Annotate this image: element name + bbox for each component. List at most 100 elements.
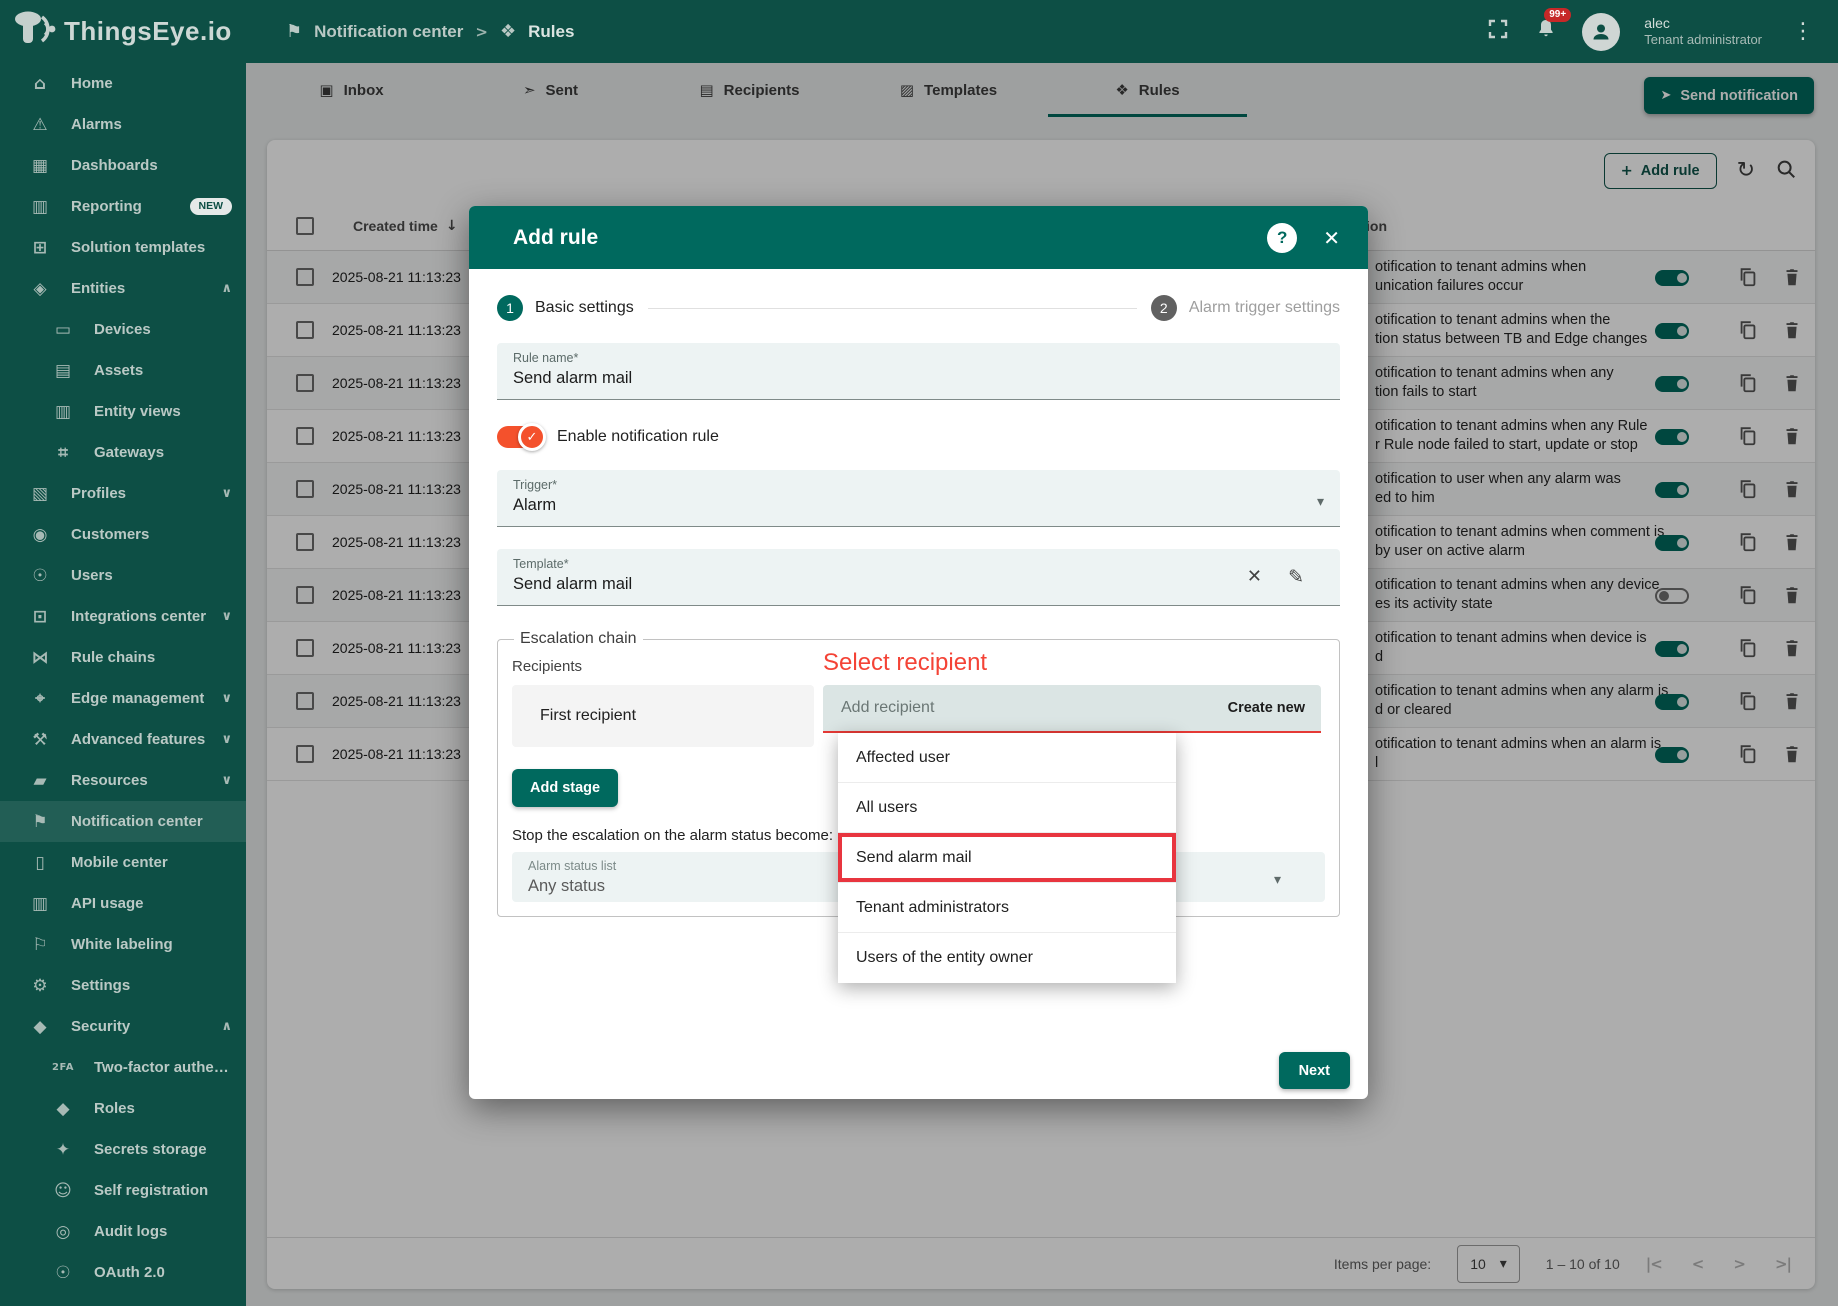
sidebar-item-label: Resources	[71, 772, 148, 789]
sidebar-item[interactable]: ⚠ Alarms	[0, 104, 246, 145]
add-rule-dialog: Add rule ? ✕ 1 Basic settings 2 Alarm tr…	[469, 206, 1368, 1099]
sidebar-item[interactable]: ◆ Roles	[0, 1088, 246, 1129]
sidebar-item-icon: ⌖	[27, 689, 53, 709]
sidebar-item-icon: ◆	[50, 1099, 76, 1119]
sidebar-item[interactable]: ⚒ Advanced features ∨	[0, 719, 246, 760]
sidebar-item-icon: ⚠	[27, 115, 53, 135]
user-role: Tenant administrator	[1644, 32, 1762, 48]
escalation-chain-group: Escalation chain Recipients First recipi…	[497, 630, 1340, 917]
user-info[interactable]: alec Tenant administrator	[1644, 15, 1762, 49]
rule-name-label: Rule name*	[513, 351, 1324, 365]
sidebar-item-icon: ⚐	[27, 935, 53, 955]
logo[interactable]: ThingsEye.io	[0, 9, 246, 54]
sidebar-item[interactable]: ⚐ White labeling	[0, 924, 246, 965]
trigger-select[interactable]: Trigger* Alarm ▾	[497, 470, 1340, 527]
top-header: ThingsEye.io ⚑ Notification center > ❖ R…	[0, 0, 1838, 63]
add-stage-button[interactable]: Add stage	[512, 769, 618, 807]
sidebar-item[interactable]: ◆ Security ∧	[0, 1006, 246, 1047]
user-name: alec	[1644, 15, 1762, 33]
sidebar-item[interactable]: ⊡ Integrations center ∨	[0, 596, 246, 637]
sidebar-item[interactable]: ▦ Dashboards	[0, 145, 246, 186]
sidebar-item[interactable]: ⌖ Edge management ∨	[0, 678, 246, 719]
sidebar-item[interactable]: ◈ Entities ∧	[0, 268, 246, 309]
clear-icon[interactable]: ✕	[1247, 566, 1262, 587]
fullscreen-icon[interactable]	[1486, 17, 1510, 46]
sidebar-item[interactable]: ▥ Entity views	[0, 391, 246, 432]
sidebar-item-label: Audit logs	[94, 1223, 167, 1240]
sidebar-item-icon: ⋈	[27, 648, 53, 668]
user-avatar[interactable]	[1582, 13, 1620, 51]
sidebar-item-label: Users	[71, 567, 113, 584]
template-select[interactable]: Template* Send alarm mail ✕ ✎	[497, 549, 1340, 606]
dropdown-option[interactable]: Tenant administrators	[838, 883, 1176, 933]
sidebar-item-label: Self registration	[94, 1182, 208, 1199]
sidebar-item[interactable]: ☉ Users	[0, 555, 246, 596]
sidebar-item-icon: 2FA	[50, 1062, 76, 1073]
dropdown-option[interactable]: Affected user	[838, 733, 1176, 783]
sidebar-item-icon: ◆	[27, 1017, 53, 1037]
breadcrumb-separator-icon: >	[475, 23, 488, 41]
step-alarm-trigger-settings[interactable]: 2 Alarm trigger settings	[1151, 295, 1340, 321]
help-icon[interactable]: ?	[1267, 223, 1297, 253]
sidebar-item[interactable]: ▯ Mobile center	[0, 842, 246, 883]
edit-pencil-icon[interactable]: ✎	[1288, 566, 1304, 588]
dialog-header: Add rule ? ✕	[469, 206, 1368, 269]
sidebar: ⌂ Home ⚠ Alarms ▦ Dashboards ▥ Re	[0, 63, 246, 1306]
sidebar-item[interactable]: ✦ Secrets storage	[0, 1129, 246, 1170]
template-label: Template*	[513, 557, 1324, 571]
add-recipient-input[interactable]: Add recipient Create new Select recipien…	[823, 685, 1321, 733]
first-recipient-item[interactable]: First recipient	[512, 685, 814, 747]
create-new-link[interactable]: Create new	[1228, 700, 1305, 716]
breadcrumb-page[interactable]: Rules	[528, 22, 574, 42]
sidebar-item-label: Devices	[94, 321, 151, 338]
check-icon: ✓	[518, 423, 546, 451]
chevron-icon: ∨	[221, 691, 232, 706]
sidebar-item[interactable]: ▤ Assets	[0, 350, 246, 391]
sidebar-item[interactable]: ◎ Audit logs	[0, 1211, 246, 1252]
notification-count-badge: 99+	[1544, 8, 1571, 22]
step-basic-settings[interactable]: 1 Basic settings	[497, 295, 634, 321]
sidebar-item[interactable]: ▭ Devices	[0, 309, 246, 350]
sidebar-item-label: API usage	[71, 895, 144, 912]
sidebar-item-icon: ✦	[50, 1140, 76, 1160]
sidebar-item[interactable]: ⚙ Settings	[0, 965, 246, 1006]
sidebar-item-label: Security	[71, 1018, 130, 1035]
close-icon[interactable]: ✕	[1323, 226, 1340, 250]
add-recipient-placeholder: Add recipient	[841, 699, 934, 717]
rules-icon: ❖	[500, 21, 516, 42]
more-menu-icon[interactable]: ⋮	[1786, 19, 1820, 44]
sidebar-item-label: Dashboards	[71, 157, 158, 174]
sidebar-item[interactable]: ▥ Reporting NEW	[0, 186, 246, 227]
sidebar-item-icon: ⚑	[27, 812, 53, 832]
sidebar-item[interactable]: ☉ OAuth 2.0	[0, 1252, 246, 1293]
breadcrumb-section[interactable]: Notification center	[314, 22, 463, 42]
sidebar-item[interactable]: ⋈ Rule chains	[0, 637, 246, 678]
sidebar-item[interactable]: ☺ Self registration	[0, 1170, 246, 1211]
sidebar-item[interactable]: ▥ API usage	[0, 883, 246, 924]
enable-rule-toggle[interactable]: ✓	[497, 426, 543, 448]
dialog-body: 1 Basic settings 2 Alarm trigger setting…	[469, 295, 1368, 917]
sidebar-item-icon: ☺	[50, 1181, 76, 1201]
sidebar-item[interactable]: ⊞ Solution templates	[0, 227, 246, 268]
sidebar-item[interactable]: ▧ Profiles ∨	[0, 473, 246, 514]
sidebar-item-icon: ◈	[27, 279, 53, 299]
rule-name-field[interactable]: Rule name* Send alarm mail	[497, 343, 1340, 400]
dropdown-option[interactable]: All users	[838, 783, 1176, 833]
sidebar-item[interactable]: ⚑ Notification center	[0, 801, 246, 842]
sidebar-item-label: Notification center	[71, 813, 203, 830]
sidebar-item[interactable]: ⌗ Gateways	[0, 432, 246, 473]
sidebar-item[interactable]: ⌂ Home	[0, 63, 246, 104]
dropdown-option[interactable]: Users of the entity owner	[838, 933, 1176, 983]
template-value: Send alarm mail	[513, 575, 1324, 594]
select-recipient-annotation: Select recipient	[823, 649, 987, 677]
sidebar-item-icon: ◎	[50, 1222, 76, 1242]
sidebar-item[interactable]: ▰ Resources ∨	[0, 760, 246, 801]
breadcrumb: ⚑ Notification center > ❖ Rules	[286, 21, 574, 42]
dropdown-option[interactable]: Send alarm mail	[838, 833, 1176, 883]
notifications-bell-icon[interactable]: 99+	[1534, 17, 1558, 46]
sidebar-item[interactable]: ◉ Customers	[0, 514, 246, 555]
sidebar-item-icon: ⌂	[27, 74, 53, 94]
next-button[interactable]: Next	[1279, 1052, 1350, 1089]
sidebar-item[interactable]: 2FA Two-factor authenticati…	[0, 1047, 246, 1088]
sidebar-item-label: Mobile center	[71, 854, 168, 871]
